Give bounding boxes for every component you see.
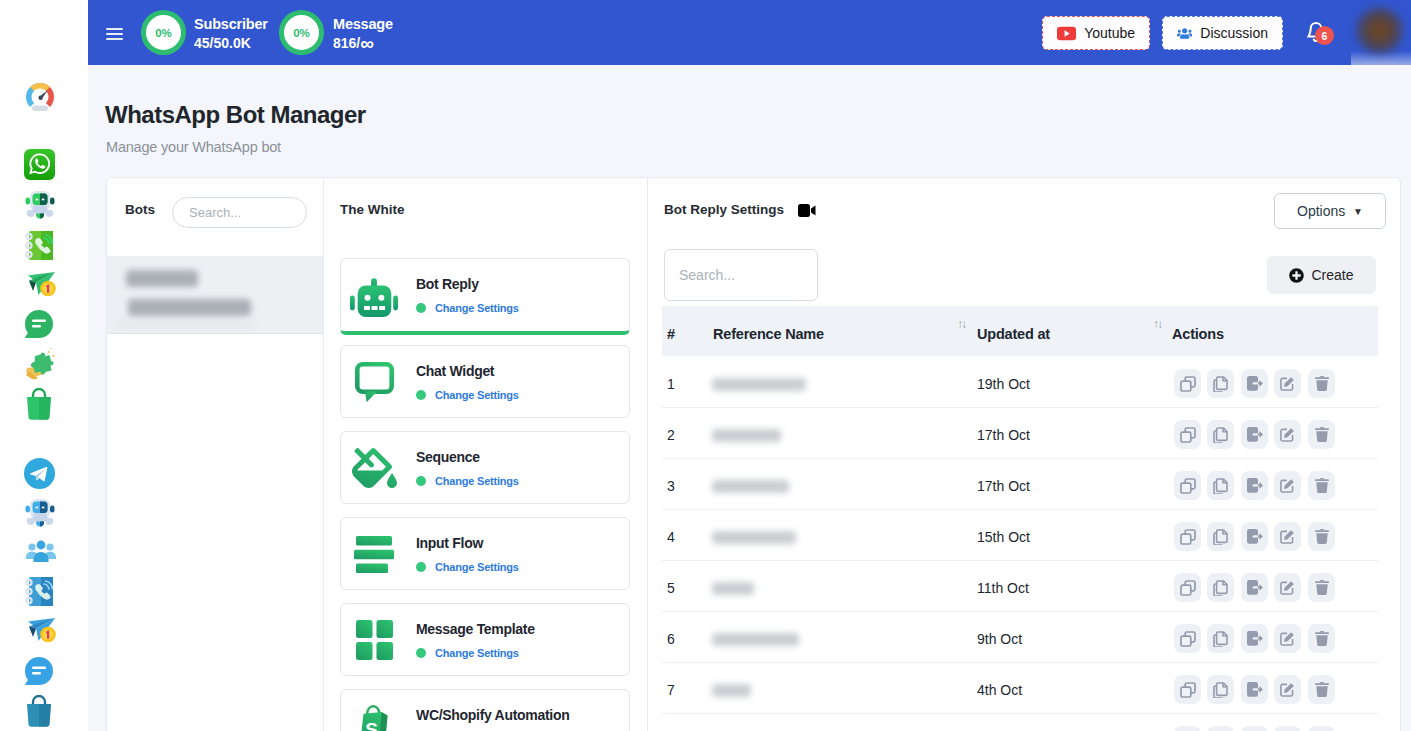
svg-text:S: S: [365, 719, 378, 731]
